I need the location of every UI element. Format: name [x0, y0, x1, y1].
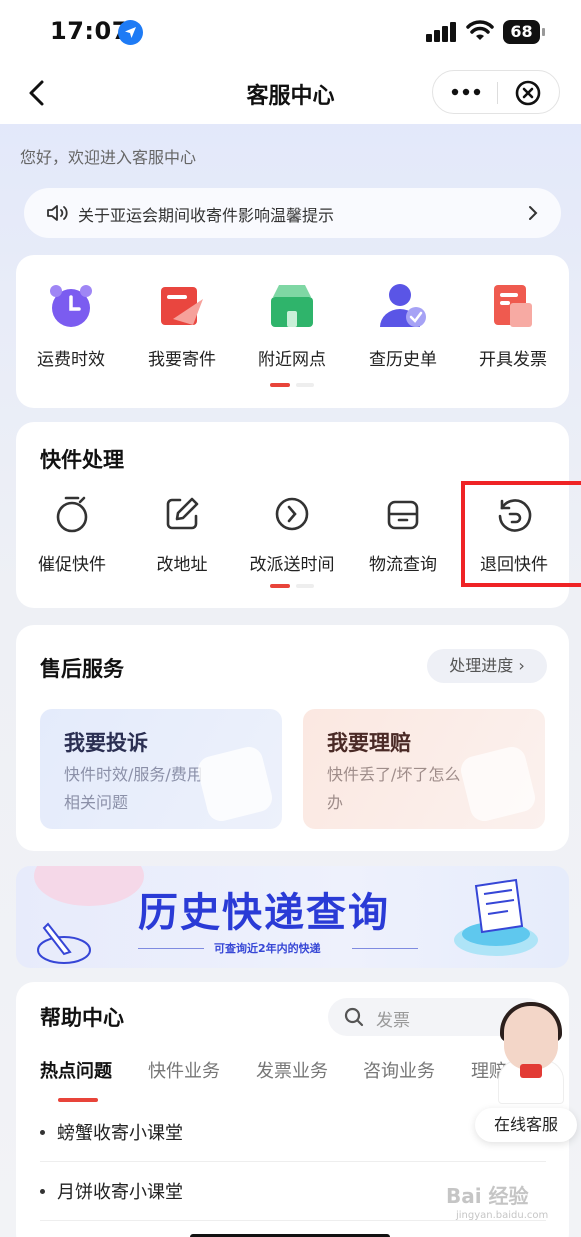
quick-item-label: 查历史单 [369, 350, 437, 370]
complaint-card[interactable]: 我要投诉 快件时效/服务/费用相关问题 [40, 709, 282, 829]
claim-desc: 快件丢了/坏了怎么办 [327, 765, 461, 812]
question-text: 月饼收寄小课堂 [57, 1182, 183, 1203]
banner-decoration [34, 866, 144, 906]
banner-title: 历史快递查询 [138, 890, 390, 936]
quick-item-shipping-time[interactable]: 运费时效 [16, 281, 126, 370]
cellular-signal-icon [426, 22, 458, 42]
express-item-label: 催促快件 [38, 555, 106, 575]
online-service-button[interactable]: 在线客服 [475, 1108, 577, 1142]
express-item-tracking[interactable]: 物流查询 [347, 494, 459, 575]
highlight-box [461, 481, 581, 587]
section-title: 帮助中心 [40, 1006, 124, 1030]
quick-item-history[interactable]: 查历史单 [348, 281, 458, 370]
chat-bubble-icon [194, 743, 276, 825]
notice-bar[interactable]: 关于亚运会期间收寄件影响温馨提示 [24, 188, 561, 238]
bullet-icon [40, 1189, 45, 1194]
tab-invoice-business[interactable]: 发票业务 [256, 1057, 328, 1083]
express-item-change-address[interactable]: 改地址 [126, 494, 238, 575]
stopwatch-icon [56, 496, 88, 533]
express-item-urge[interactable]: 催促快件 [16, 494, 128, 575]
location-arrow-icon [118, 20, 143, 45]
complaint-title: 我要投诉 [64, 731, 148, 755]
quick-item-nearby[interactable]: 附近网点 [237, 281, 347, 370]
history-query-banner[interactable]: 历史快递查询 可查询近2年内的快递 [16, 866, 569, 968]
edit-icon [166, 497, 199, 530]
quick-item-label: 我要寄件 [148, 350, 216, 370]
pen-icon [37, 922, 91, 964]
banner-subtitle: 可查询近2年内的快递 [214, 942, 321, 955]
express-item-label: 物流查询 [369, 555, 437, 575]
bullet-icon [40, 1130, 45, 1135]
send-package-icon [157, 281, 207, 331]
banner-subtitle-row: 可查询近2年内的快递 [138, 938, 418, 958]
capsule-divider [497, 82, 498, 104]
quick-item-label: 运费时效 [37, 350, 105, 370]
section-title: 快件处理 [40, 448, 124, 472]
complaint-desc: 快件时效/服务/费用相关问题 [64, 765, 203, 812]
chevron-right-icon: › [518, 656, 525, 675]
active-tab-indicator [58, 1098, 98, 1102]
express-item-change-time[interactable]: 改派送时间 [236, 494, 348, 575]
close-icon[interactable] [515, 80, 541, 106]
store-icon [267, 281, 317, 331]
tab-express-business[interactable]: 快件业务 [148, 1057, 220, 1083]
search-placeholder: 发票 [376, 1011, 410, 1031]
after-sales-card: 售后服务 处理进度 › 我要投诉 快件时效/服务/费用相关问题 我要理赔 快件丢… [16, 625, 569, 851]
receipt-scanner-icon [454, 878, 538, 956]
progress-button-label: 处理进度 [449, 656, 514, 675]
battery-indicator: 68 [503, 20, 545, 44]
tab-hot-questions[interactable]: 热点问题 [40, 1057, 112, 1083]
mini-program-capsule [432, 70, 560, 114]
invoice-icon [488, 281, 538, 331]
search-icon [344, 1007, 364, 1027]
quick-item-label: 附近网点 [258, 350, 326, 370]
notice-text: 关于亚运会期间收寄件影响温馨提示 [78, 206, 335, 225]
express-item-label: 改派送时间 [249, 555, 335, 575]
user-check-icon [378, 281, 428, 331]
claim-title: 我要理赔 [327, 731, 411, 755]
status-bar: 17:07 68 [0, 0, 581, 64]
claim-card[interactable]: 我要理赔 快件丢了/坏了怎么办 [303, 709, 545, 829]
alarm-clock-icon [46, 281, 96, 331]
watermark-logo: Bai 经验 [446, 1184, 529, 1208]
quick-actions-card: 运费时效 我要寄件 附近网点 查历史单 开具发票 [16, 255, 569, 408]
greeting-text: 您好，欢迎进入客服中心 [20, 148, 197, 167]
quick-item-label: 开具发票 [479, 350, 547, 370]
chevron-right-icon [529, 206, 538, 220]
tab-consult-business[interactable]: 咨询业务 [363, 1057, 435, 1083]
quick-item-invoice[interactable]: 开具发票 [458, 281, 568, 370]
more-icon[interactable] [451, 83, 481, 101]
express-handling-card: 快件处理 催促快件 改地址 改派送时间 物流查询 退回快件 [16, 422, 581, 608]
progress-button[interactable]: 处理进度 › [427, 649, 547, 683]
list-item[interactable]: 螃蟹收寄小课堂 [40, 1104, 546, 1162]
quick-item-send[interactable]: 我要寄件 [127, 281, 237, 370]
express-item-label: 改地址 [156, 555, 208, 575]
shield-icon [457, 743, 539, 825]
box-icon [387, 500, 419, 530]
nav-bar: 客服中心 [0, 64, 581, 124]
wifi-icon [466, 20, 494, 40]
question-text: 螃蟹收寄小课堂 [57, 1123, 183, 1144]
section-title: 售后服务 [40, 657, 124, 681]
page-indicator [270, 383, 316, 387]
speaker-icon [47, 205, 68, 221]
page-indicator [270, 584, 316, 588]
watermark-url: jingyan.baidu.com [456, 1210, 549, 1221]
clock-icon [275, 497, 309, 531]
